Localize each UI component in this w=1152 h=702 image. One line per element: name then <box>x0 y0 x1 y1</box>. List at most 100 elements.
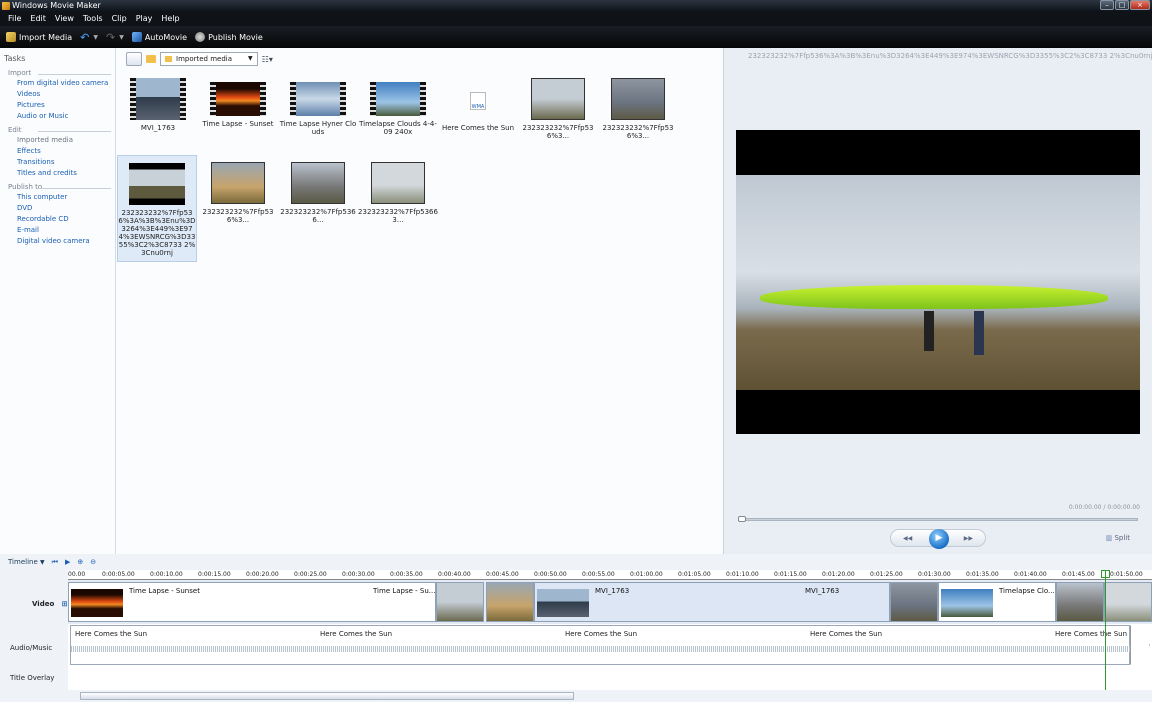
automovie-button[interactable]: AutoMovie <box>131 32 187 42</box>
seek-bar[interactable] <box>738 518 1138 521</box>
task-imported-media[interactable]: Imported media <box>17 136 115 144</box>
task-dvd[interactable]: DVD <box>17 204 115 212</box>
timeline: Timeline ▼ ⏮ ▶ ⊕ ⊖ Video ⊞ Audio/Music T… <box>0 554 1152 702</box>
collection-dropdown[interactable]: Imported media ▼ <box>160 52 258 66</box>
video-clip[interactable]: MVI_1763 MVI_1763 <box>534 582 890 622</box>
publish-movie-button[interactable]: Publish Movie <box>195 32 263 42</box>
import-media-button[interactable]: Import Media <box>6 32 72 42</box>
playhead[interactable] <box>1105 570 1106 690</box>
maximize-button[interactable]: □ <box>1115 0 1129 10</box>
media-item[interactable]: 232323232%7Ffp536%3... <box>518 78 598 140</box>
video-thumbnail <box>210 82 266 116</box>
clip-thumbnail <box>71 589 123 617</box>
menu-clip[interactable]: Clip <box>112 12 127 26</box>
media-item[interactable]: 232323232%7Ffp536%3... <box>598 78 678 140</box>
task-videos[interactable]: Videos <box>17 90 115 98</box>
play-timeline-icon[interactable]: ▶ <box>65 558 70 566</box>
collection-pane: Imported media ▼ ☷▾ MVI_1763 Time Lapse … <box>116 48 724 554</box>
media-item[interactable]: Time Lapse - Sunset <box>198 82 278 128</box>
menu-file[interactable]: File <box>8 12 21 26</box>
image-thumbnail <box>371 162 425 204</box>
redo-dropdown-icon[interactable]: ▼ <box>119 34 124 41</box>
tasks-toggle-button[interactable] <box>126 52 142 66</box>
image-thumbnail <box>129 163 185 205</box>
redo-button[interactable]: ↷ ▼ <box>106 31 124 44</box>
clip-thumbnail <box>941 589 993 617</box>
window-title: Windows Movie Maker <box>12 1 101 10</box>
seek-handle[interactable] <box>738 516 746 522</box>
ruler-tick: 0:00:20.00 <box>246 571 279 578</box>
horizontal-scrollbar[interactable] <box>80 692 574 700</box>
zoom-in-icon[interactable]: ⊕ <box>77 558 83 566</box>
media-item-selected[interactable]: 232323232%7Ffp536%3A%3B%3Enu%3D3264%3E44… <box>117 155 197 262</box>
previous-frame-icon[interactable]: ◀◀ <box>903 535 912 542</box>
audio-waveform <box>71 646 1131 652</box>
menu-help[interactable]: Help <box>161 12 179 26</box>
title-overlay-track[interactable] <box>68 666 1152 690</box>
media-item[interactable]: 232323232%7Ffp536%3... <box>198 162 278 224</box>
playhead-handle[interactable] <box>1101 570 1110 578</box>
preview-image <box>736 175 1140 390</box>
task-recordable-cd[interactable]: Recordable CD <box>17 215 115 223</box>
hang-glider <box>760 285 1108 309</box>
menu-edit[interactable]: Edit <box>30 12 46 26</box>
task-titles-and-credits[interactable]: Titles and credits <box>17 169 115 177</box>
image-clip[interactable] <box>1104 582 1152 622</box>
folder-icon[interactable] <box>146 55 156 63</box>
video-track: Time Lapse - Sunset Time Lapse - Su... M… <box>68 580 1152 624</box>
view-options-icon[interactable]: ☷▾ <box>262 55 273 64</box>
task-effects[interactable]: Effects <box>17 147 115 155</box>
task-digital-video-camera[interactable]: Digital video camera <box>17 237 115 245</box>
task-from-digital-video-camera[interactable]: From digital video camera <box>17 79 115 87</box>
undo-button[interactable]: ↶ ▼ <box>80 31 98 44</box>
play-button[interactable]: ▶ <box>929 529 949 549</box>
ruler-tick: 0:01:10.00 <box>726 571 759 578</box>
media-item[interactable]: Timelapse Clouds 4-4-09 240x <box>358 82 438 136</box>
image-clip[interactable] <box>890 582 938 622</box>
audio-clip[interactable]: Here Comes the Sun Here Comes the Sun He… <box>70 625 1131 665</box>
undo-dropdown-icon[interactable]: ▼ <box>93 34 98 41</box>
ruler-tick: 0:00:25.00 <box>294 571 327 578</box>
image-clip[interactable] <box>1056 582 1104 622</box>
expand-icon[interactable]: ⊞ <box>62 600 68 608</box>
media-item[interactable]: WMA Here Comes the Sun <box>438 92 518 132</box>
image-thumbnail <box>611 78 665 120</box>
time-ruler[interactable]: 00.00 0:00:05.00 0:00:10.00 0:00:15.00 0… <box>68 570 1152 580</box>
zoom-out-icon[interactable]: ⊖ <box>90 558 96 566</box>
section-edit: Edit <box>8 126 115 134</box>
media-item[interactable]: MVI_1763 <box>118 78 198 132</box>
ruler-tick: 0:00:30.00 <box>342 571 375 578</box>
close-button[interactable]: × <box>1130 0 1150 10</box>
task-audio-or-music[interactable]: Audio or Music <box>17 112 115 120</box>
minimize-button[interactable]: – <box>1100 0 1114 10</box>
next-frame-icon[interactable]: ▶▶ <box>964 535 973 542</box>
image-clip[interactable] <box>436 582 484 622</box>
video-clip[interactable]: Timelapse Clo... <box>938 582 1056 622</box>
audio-end-marker <box>1130 625 1150 665</box>
audio-clip-label: Here Comes the Sun <box>565 630 638 638</box>
pilot-figure <box>924 311 934 351</box>
folder-icon <box>165 56 172 62</box>
media-item[interactable]: 232323232%7Ffp5366... <box>278 162 358 224</box>
menu-view[interactable]: View <box>55 12 74 26</box>
image-clip[interactable] <box>486 582 534 622</box>
task-transitions[interactable]: Transitions <box>17 158 115 166</box>
timeline-view-dropdown[interactable]: Timeline ▼ <box>8 558 45 566</box>
menu-bar: File Edit View Tools Clip Play Help <box>0 12 1152 26</box>
ruler-tick: 0:00:35.00 <box>390 571 423 578</box>
undo-icon: ↶ <box>80 30 90 44</box>
ruler-tick: 0:00:40.00 <box>438 571 471 578</box>
task-this-computer[interactable]: This computer <box>17 193 115 201</box>
media-item[interactable]: Time Lapse Hyner Clouds <box>278 82 358 136</box>
tasks-header: Tasks <box>4 54 26 63</box>
menu-tools[interactable]: Tools <box>83 12 103 26</box>
rewind-icon[interactable]: ⏮ <box>52 558 58 567</box>
task-email[interactable]: E-mail <box>17 226 115 234</box>
split-button[interactable]: ▥ Split <box>1106 534 1130 542</box>
video-clip[interactable]: Time Lapse - Sunset Time Lapse - Su... <box>68 582 436 622</box>
task-pictures[interactable]: Pictures <box>17 101 115 109</box>
menu-play[interactable]: Play <box>136 12 153 26</box>
ruler-tick: 0:01:45.00 <box>1062 571 1095 578</box>
media-item[interactable]: 232323232%7Ffp53663... <box>358 162 438 224</box>
ruler-tick: 0:01:25.00 <box>870 571 903 578</box>
